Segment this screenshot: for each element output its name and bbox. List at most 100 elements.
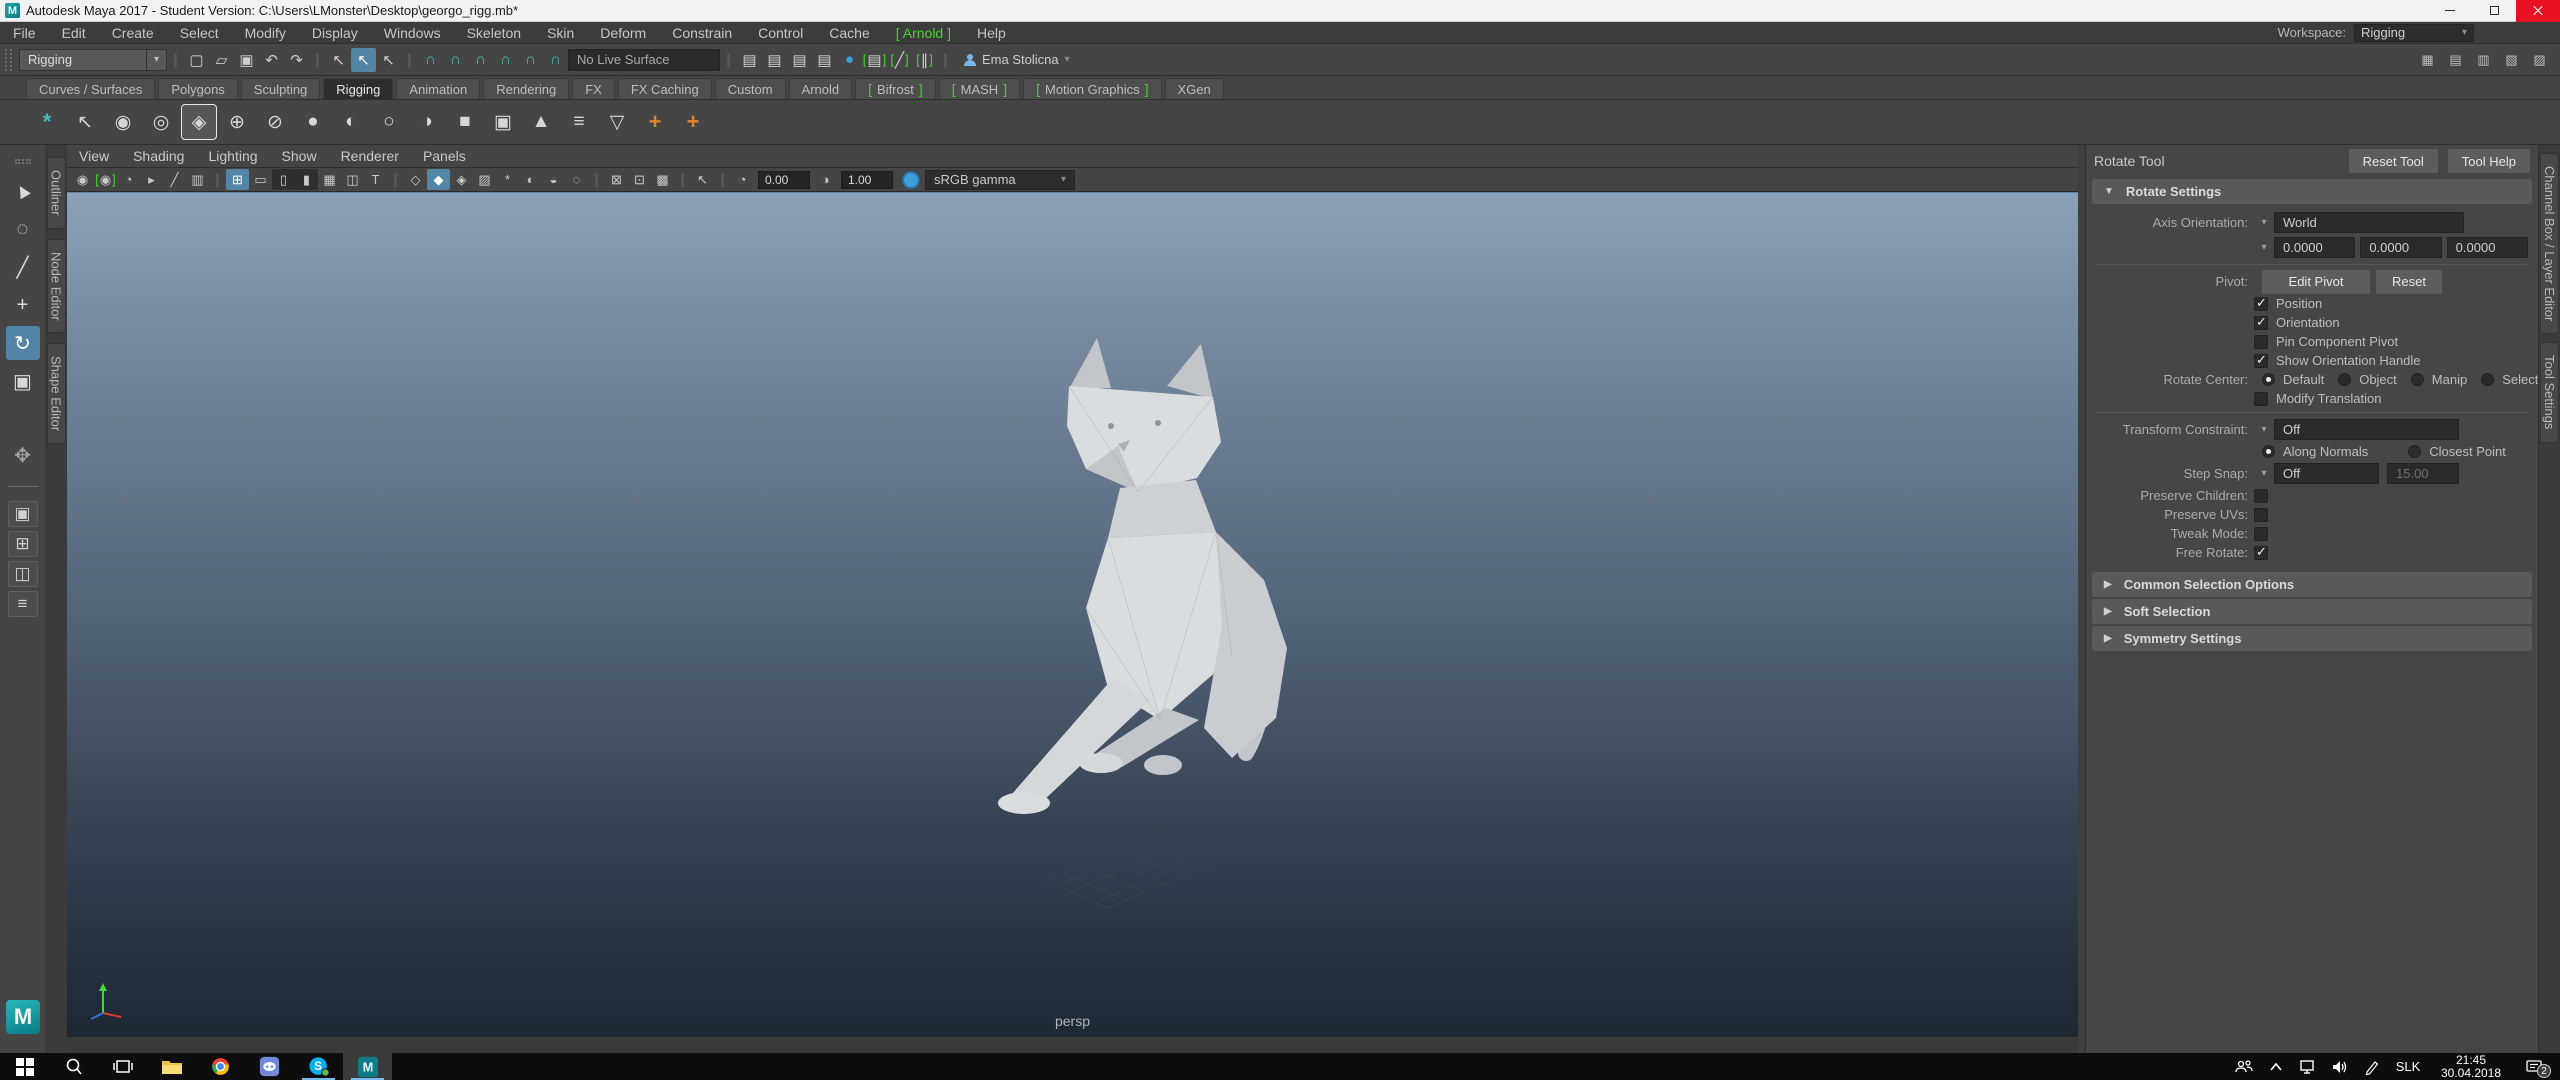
gamma-field[interactable]: 1.00: [841, 171, 893, 189]
grid-icon[interactable]: ⊞: [226, 169, 249, 190]
make-live-icon[interactable]: ∩: [543, 48, 568, 72]
workspace-selector[interactable]: Rigging: [2354, 24, 2474, 42]
panel-menu-shading[interactable]: Shading: [121, 148, 196, 164]
snap-to-point-icon[interactable]: ∩: [468, 48, 493, 72]
skype-button[interactable]: S: [294, 1053, 343, 1080]
arnold-renderview-icon[interactable]: ▤: [862, 48, 887, 72]
new-scene-icon[interactable]: ▢: [184, 48, 209, 72]
humanik-toggle[interactable]: ▤: [2443, 48, 2468, 72]
deformer-icon[interactable]: ▽: [600, 105, 634, 139]
checkbox[interactable]: [2254, 316, 2268, 330]
camera-attributes-icon[interactable]: ◔: [117, 169, 140, 190]
gate-mask-icon[interactable]: ▮: [295, 169, 318, 190]
checkbox[interactable]: [2254, 489, 2268, 503]
chrome-button[interactable]: [196, 1053, 245, 1080]
tab-outliner[interactable]: Outliner: [47, 157, 66, 229]
account-menu[interactable]: Ema Stolicna ▾: [964, 52, 1070, 67]
people-icon[interactable]: [2228, 1053, 2260, 1080]
textured-icon[interactable]: ▨: [473, 169, 496, 190]
color-management-toggle[interactable]: [902, 171, 920, 189]
image-plane-icon[interactable]: ▥: [186, 169, 209, 190]
shadows-icon[interactable]: ◐: [519, 169, 542, 190]
discord-button[interactable]: [245, 1053, 294, 1080]
checkbox[interactable]: [2254, 297, 2268, 311]
radio-manip[interactable]: Manip: [2411, 372, 2467, 387]
shelf-tab-animation[interactable]: Animation: [396, 78, 480, 99]
menu-create[interactable]: Create: [99, 25, 167, 41]
step-snap-value[interactable]: Off: [2274, 463, 2379, 484]
radio-default[interactable]: Default: [2262, 372, 2324, 387]
shelf-tab-custom[interactable]: Custom: [715, 78, 786, 99]
chevron-down-icon[interactable]: ▾: [2254, 242, 2274, 253]
undo-icon[interactable]: ↶: [259, 48, 284, 72]
snap-to-view-plane-icon[interactable]: ∩: [518, 48, 543, 72]
checkbox[interactable]: [2254, 546, 2268, 560]
tab-node-editor[interactable]: Node Editor: [47, 239, 66, 334]
checkbox[interactable]: [2254, 354, 2268, 368]
radio-object[interactable]: Object: [2338, 372, 2397, 387]
shelf-tab-rigging[interactable]: Rigging: [323, 78, 393, 99]
attribute-editor-toggle[interactable]: ▥: [2471, 48, 2496, 72]
checkbox-position[interactable]: Position: [2086, 294, 2538, 313]
axis-orientation-value[interactable]: World: [2274, 212, 2464, 233]
reset-tool-button[interactable]: Reset Tool: [2349, 149, 2438, 173]
clock[interactable]: 21:45 30.04.2018: [2428, 1054, 2514, 1080]
single-pane-layout-button[interactable]: ▣: [8, 501, 38, 527]
menu-set-selector[interactable]: Rigging ▾: [19, 49, 167, 71]
shelf-tab-fx[interactable]: FX: [572, 78, 615, 99]
statusline-grip[interactable]: [5, 49, 12, 71]
pose-editor-icon[interactable]: ≡: [562, 105, 596, 139]
render-current-frame-icon[interactable]: ▤: [762, 48, 787, 72]
mirror-skin-weights-icon[interactable]: ○: [372, 105, 406, 139]
edit-attribute-icon[interactable]: +: [676, 105, 710, 139]
use-all-lights-icon[interactable]: *: [496, 169, 519, 190]
checkbox-show-orientation-handle[interactable]: Show Orientation Handle: [2086, 351, 2538, 370]
maya-taskbar-button[interactable]: M: [343, 1053, 392, 1080]
task-view-button[interactable]: [98, 1053, 147, 1080]
shelf-tab-polygons[interactable]: Polygons: [158, 78, 237, 99]
shelf-tab-fx-caching[interactable]: FX Caching: [618, 78, 712, 99]
checkbox-orientation[interactable]: Orientation: [2086, 313, 2538, 332]
rotate-z-field[interactable]: 0.0000: [2447, 237, 2528, 258]
snap-to-curve-icon[interactable]: ∩: [443, 48, 468, 72]
ipr-render-icon[interactable]: ▤: [787, 48, 812, 72]
menu-display[interactable]: Display: [299, 25, 371, 41]
tab-channel-box-layer-editor[interactable]: Channel Box / Layer Editor: [2540, 153, 2559, 334]
mirror-joint-icon[interactable]: ⊕: [220, 105, 254, 139]
lasso-select-tool[interactable]: ◌: [6, 212, 40, 246]
menu-windows[interactable]: Windows: [371, 25, 454, 41]
menu-file[interactable]: File: [0, 25, 49, 41]
soft-selection-header[interactable]: ▶ Soft Selection: [2092, 599, 2532, 624]
bind-skin-icon[interactable]: ●: [296, 105, 330, 139]
menu-skeleton[interactable]: Skeleton: [454, 25, 534, 41]
last-tool-used[interactable]: ✥: [6, 438, 40, 472]
tool-settings-toggle[interactable]: ▧: [2499, 48, 2524, 72]
shelf-tab-arnold[interactable]: Arnold: [789, 78, 853, 99]
checkbox[interactable]: [2254, 527, 2268, 541]
smooth-shade-icon[interactable]: ◆: [427, 169, 450, 190]
select-camera-icon[interactable]: ◉: [71, 169, 94, 190]
menu-edit[interactable]: Edit: [49, 25, 99, 41]
minimize-button[interactable]: [2428, 0, 2472, 22]
copy-skin-weights-icon[interactable]: ◑: [410, 105, 444, 139]
tab-tool-settings[interactable]: Tool Settings: [2540, 342, 2559, 442]
open-render-view-icon[interactable]: ▤: [737, 48, 762, 72]
edit-membership-icon[interactable]: ▣: [486, 105, 520, 139]
menu-cache[interactable]: Cache: [816, 25, 882, 41]
shelf-tab-mash[interactable]: MASH: [939, 78, 1020, 99]
checkbox[interactable]: [2254, 335, 2268, 349]
menu-constrain[interactable]: Constrain: [659, 25, 745, 41]
radio-along-normals[interactable]: Along Normals: [2262, 444, 2368, 459]
menu-select[interactable]: Select: [167, 25, 232, 41]
snap-to-projected-center-icon[interactable]: ∩: [493, 48, 518, 72]
orient-joint-icon[interactable]: ⊘: [258, 105, 292, 139]
hypershade-icon[interactable]: ●: [837, 48, 862, 72]
camera-bracketed-icon[interactable]: ◉: [94, 169, 117, 190]
exposure-icon[interactable]: ◔: [731, 169, 754, 190]
four-pane-layout-button[interactable]: ⊞: [8, 531, 38, 557]
preserve-children-row[interactable]: Preserve Children:: [2086, 486, 2538, 505]
radio-closest-point[interactable]: Closest Point: [2408, 444, 2506, 459]
tool-help-button[interactable]: Tool Help: [2448, 149, 2530, 173]
paint-select-tool[interactable]: ╱: [6, 250, 40, 284]
shelf-tab-motion-graphics[interactable]: Motion Graphics: [1023, 78, 1161, 99]
